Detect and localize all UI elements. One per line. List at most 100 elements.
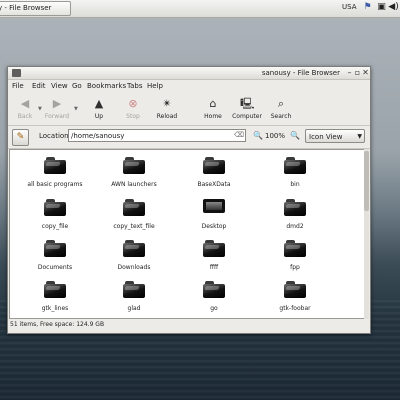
menu-edit[interactable]: Edit bbox=[32, 82, 46, 90]
up-button[interactable]: ▲ Up bbox=[82, 96, 116, 124]
computer-button[interactable]: 🖳 Computer bbox=[230, 96, 264, 124]
folder-icon bbox=[203, 156, 225, 174]
keyboard-layout-indicator[interactable]: USA bbox=[342, 3, 357, 11]
volume-icon[interactable]: ◀) bbox=[388, 2, 399, 13]
location-label: Location: bbox=[39, 132, 71, 140]
network-icon[interactable]: ▣ bbox=[376, 2, 387, 13]
file-name: ffff bbox=[209, 264, 219, 271]
flag-icon[interactable]: ⚑ bbox=[362, 2, 373, 13]
zoom-in-icon[interactable]: 🔍 bbox=[290, 131, 300, 140]
vertical-scrollbar[interactable] bbox=[364, 149, 369, 319]
reload-icon: ✴ bbox=[162, 97, 172, 110]
menu-bookmarks[interactable]: Bookmarks bbox=[87, 82, 126, 90]
file-name: all basic programs bbox=[27, 181, 83, 188]
back-label: Back bbox=[17, 113, 33, 120]
file-name: go bbox=[210, 305, 218, 312]
back-arrow-icon: ◀ bbox=[20, 97, 30, 110]
forward-label: Forward bbox=[44, 113, 70, 120]
back-button[interactable]: ◀ Back bbox=[8, 96, 42, 124]
computer-icon: 🖳 bbox=[240, 97, 255, 110]
file-name: copy_text_file bbox=[113, 223, 155, 230]
file-item[interactable]: glad bbox=[94, 280, 174, 318]
folder-icon bbox=[123, 156, 145, 174]
search-icon: ⌕ bbox=[277, 97, 285, 110]
forward-arrow-icon: ▶ bbox=[52, 97, 62, 110]
up-arrow-icon: ▲ bbox=[94, 97, 104, 110]
file-item[interactable]: Downloads bbox=[94, 239, 174, 279]
folder-icon bbox=[44, 280, 66, 298]
file-item[interactable]: Desktop bbox=[174, 198, 254, 238]
file-name: Downloads bbox=[117, 264, 151, 271]
view-mode-label: Icon View bbox=[309, 133, 343, 141]
folder-icon bbox=[44, 198, 66, 216]
file-name: gtk-foobar bbox=[279, 305, 311, 312]
location-input[interactable]: /home/sanousy bbox=[68, 129, 246, 142]
stop-label: Stop bbox=[126, 113, 140, 120]
clear-location-icon[interactable]: ⌫ bbox=[234, 131, 244, 140]
desktop-icon bbox=[203, 198, 225, 216]
forward-history-dropdown[interactable]: ▼ bbox=[74, 106, 78, 112]
stop-button[interactable]: ⊗ Stop bbox=[116, 96, 150, 124]
search-button[interactable]: ⌕ Search bbox=[264, 96, 298, 124]
computer-label: Computer bbox=[232, 113, 262, 120]
folder-icon bbox=[123, 280, 145, 298]
reload-button[interactable]: ✴ Reload bbox=[150, 96, 184, 124]
file-item[interactable]: gtk-foobar bbox=[255, 280, 335, 318]
zoom-out-icon[interactable]: 🔍 bbox=[253, 131, 263, 140]
file-name: glad bbox=[127, 305, 141, 312]
location-bar: ✎ Location: /home/sanousy ⌫ 🔍 100% 🔍 Ico… bbox=[8, 126, 370, 149]
folder-icon bbox=[203, 239, 225, 257]
reload-label: Reload bbox=[156, 113, 178, 120]
file-item[interactable]: Documents bbox=[15, 239, 95, 279]
file-browser-window: sanousy - File Browser – ▫ ✕ File Edit V… bbox=[7, 66, 371, 334]
menu-help[interactable]: Help bbox=[147, 82, 163, 90]
taskbar-button-file-browser[interactable]: y - File Browser bbox=[0, 1, 71, 16]
folder-icon bbox=[284, 280, 306, 298]
file-item[interactable]: copy_text_file bbox=[94, 198, 174, 238]
file-item[interactable]: go bbox=[174, 280, 254, 318]
folder-icon bbox=[123, 198, 145, 216]
file-item[interactable]: dmd2 bbox=[255, 198, 335, 238]
file-item[interactable]: all basic programs bbox=[15, 156, 95, 196]
menu-go[interactable]: Go bbox=[72, 82, 82, 90]
file-item[interactable]: AWN launchers bbox=[94, 156, 174, 196]
file-icon-grid: all basic programs AWN launchers BaseXDa… bbox=[9, 149, 365, 319]
file-item[interactable]: BaseXData bbox=[174, 156, 254, 196]
file-name: copy_file bbox=[41, 223, 69, 230]
file-name: fpp bbox=[290, 264, 300, 271]
file-name: Documents bbox=[37, 264, 73, 271]
folder-icon bbox=[44, 156, 66, 174]
menu-view[interactable]: View bbox=[51, 82, 68, 90]
stop-icon: ⊗ bbox=[128, 97, 138, 110]
file-name: AWN launchers bbox=[111, 181, 157, 188]
home-button[interactable]: ⌂ Home bbox=[196, 96, 230, 124]
home-label: Home bbox=[204, 113, 222, 120]
close-icon[interactable]: ✕ bbox=[361, 68, 370, 77]
view-mode-select[interactable]: Icon View ▼ bbox=[305, 129, 365, 143]
file-item[interactable]: ffff bbox=[174, 239, 254, 279]
forward-button[interactable]: ▶ Forward bbox=[40, 96, 74, 124]
zoom-level: 100% bbox=[265, 132, 286, 140]
file-name: dmd2 bbox=[286, 223, 304, 230]
taskbar-button-label: y - File Browser bbox=[0, 4, 52, 12]
search-label: Search bbox=[270, 113, 292, 120]
toggle-location-edit-icon[interactable]: ✎ bbox=[12, 129, 29, 146]
file-item[interactable]: fpp bbox=[255, 239, 335, 279]
up-label: Up bbox=[94, 113, 104, 120]
file-name: gtk_lines bbox=[41, 305, 69, 312]
downloads-folder-icon bbox=[123, 239, 145, 257]
menu-tabs[interactable]: Tabs bbox=[127, 82, 143, 90]
folder-icon bbox=[284, 198, 306, 216]
menu-file[interactable]: File bbox=[12, 82, 24, 90]
home-icon: ⌂ bbox=[209, 97, 217, 110]
top-panel: y - File Browser USA ⚑ ▣ ◀) bbox=[0, 0, 400, 18]
folder-icon bbox=[284, 156, 306, 174]
file-item[interactable]: copy_file bbox=[15, 198, 95, 238]
scrollbar-thumb[interactable] bbox=[364, 151, 369, 211]
file-name: BaseXData bbox=[197, 181, 231, 188]
status-bar: 51 items, Free space: 124.9 GB bbox=[10, 321, 105, 328]
file-item[interactable]: gtk_lines bbox=[15, 280, 95, 318]
window-titlebar[interactable]: sanousy - File Browser – ▫ ✕ bbox=[8, 67, 370, 80]
file-item[interactable]: bin bbox=[255, 156, 335, 196]
folder-icon bbox=[284, 239, 306, 257]
